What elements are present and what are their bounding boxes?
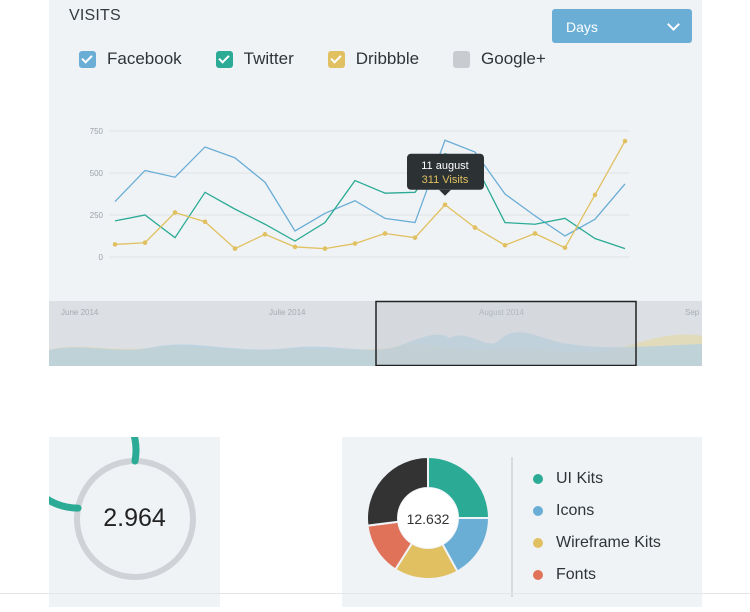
data-point[interactable]: [532, 231, 538, 236]
data-point[interactable]: [502, 242, 508, 248]
tooltip-date: 11 august: [421, 160, 469, 172]
donut-legend-item[interactable]: UI Kits: [533, 463, 661, 495]
donut-legend: UI Kits Icons Wireframe Kits Fonts: [533, 463, 661, 591]
legend-dot-icon: [533, 506, 543, 516]
chart-series: [114, 139, 626, 250]
data-point[interactable]: [262, 232, 268, 237]
data-point[interactable]: [232, 246, 238, 251]
data-point[interactable]: [172, 210, 178, 215]
data-point[interactable]: [112, 242, 118, 247]
data-point[interactable]: [592, 192, 598, 198]
data-point[interactable]: [202, 219, 208, 225]
navigator-selection-window[interactable]: [375, 300, 637, 366]
donut-legend-item[interactable]: Wireframe Kits: [533, 527, 661, 559]
donut-center-value: 12.632: [406, 511, 450, 527]
donut-legend-label: Icons: [556, 502, 595, 519]
tooltip-arrow: [439, 189, 451, 196]
visits-card: VISITS Days Facebook Twitter Dribbble Go…: [49, 0, 702, 366]
tooltip-value: 311 Visits: [422, 174, 469, 186]
navigator-label: Sep: [685, 308, 700, 317]
donut-legend-label: Fonts: [556, 566, 597, 583]
gauge-value: 2.964: [103, 504, 166, 532]
gauge-card: 2.964: [16, 388, 220, 607]
data-point[interactable]: [142, 240, 148, 246]
y-tick-label: 250: [90, 211, 104, 220]
y-axis-ticks: 750 500 250 0: [90, 127, 104, 262]
range-navigator[interactable]: June 2014Julie 2014August 2014Sep: [49, 300, 702, 366]
legend-dot-icon: [533, 570, 543, 580]
series-line-dribbble: [114, 140, 626, 250]
legend-dot-icon: [533, 538, 543, 548]
series-line-twitter: [114, 152, 626, 250]
y-tick-label: 500: [90, 169, 104, 178]
navigator-label: Julie 2014: [269, 308, 306, 317]
data-point[interactable]: [382, 231, 388, 236]
divider: [511, 457, 513, 597]
data-point[interactable]: [412, 235, 418, 240]
data-point[interactable]: [322, 246, 328, 251]
page-divider: [0, 593, 750, 594]
chart-points: [112, 138, 628, 251]
donut-legend-label: UI Kits: [556, 470, 604, 487]
chart-tooltip: 11 august 311 Visits: [407, 153, 484, 196]
legend-dot-icon: [533, 474, 543, 484]
donut-card: 12.632 UI Kits Icons Wireframe Kits Font…: [342, 437, 702, 607]
data-point[interactable]: [442, 202, 448, 208]
donut-legend-label: Wireframe Kits: [556, 534, 661, 551]
visits-line-chart: 750 500 250 0 11 august 311 Visits June 2014…: [49, 127, 702, 366]
data-point[interactable]: [352, 241, 358, 246]
gauge-fill: [16, 388, 140, 512]
chart-gridlines: [109, 130, 629, 258]
data-point[interactable]: [472, 225, 478, 230]
navigator-label: June 2014: [61, 308, 99, 317]
donut-legend-item[interactable]: Fonts: [533, 559, 661, 591]
data-point[interactable]: [292, 244, 298, 250]
y-tick-label: 750: [90, 127, 104, 136]
data-point[interactable]: [622, 138, 628, 144]
data-point[interactable]: [562, 245, 568, 251]
y-tick-label: 0: [99, 253, 104, 262]
donut-legend-item[interactable]: Icons: [533, 495, 661, 527]
